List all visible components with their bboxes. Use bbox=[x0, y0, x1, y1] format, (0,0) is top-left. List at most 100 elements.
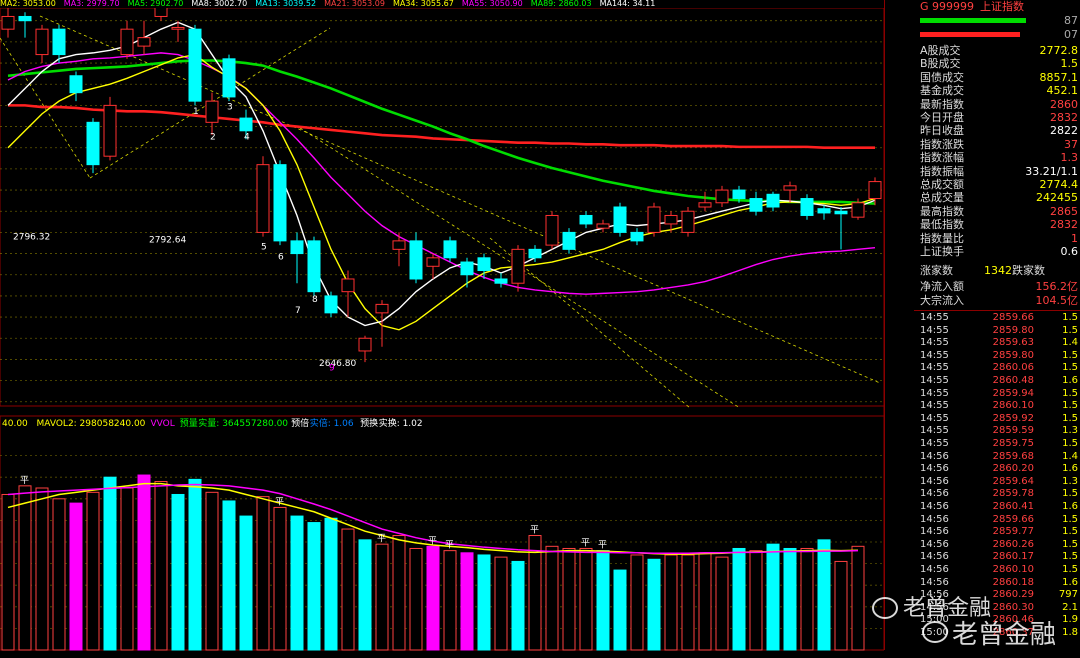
tick-row: 14:55 2859.75 1.5 bbox=[914, 438, 1080, 451]
volume-bar bbox=[375, 543, 389, 651]
volume-bar bbox=[460, 552, 474, 651]
volume-bar bbox=[188, 478, 202, 651]
stat-row-label: 最高指数 bbox=[920, 204, 964, 218]
header-indicator-3: MA8: 3002.70 bbox=[191, 0, 248, 8]
volume-bar bbox=[171, 493, 185, 651]
candle-body bbox=[443, 240, 457, 259]
up-count-value: 1342 bbox=[984, 264, 1012, 277]
candle-body bbox=[766, 193, 780, 208]
candle-body bbox=[222, 58, 236, 98]
volume-legend-item: 40.00 bbox=[2, 419, 28, 429]
candle-body bbox=[494, 278, 508, 284]
volume-marker: 平 bbox=[20, 475, 29, 486]
ma-line-ma21 bbox=[7, 52, 876, 295]
ma-line-ma3 bbox=[7, 21, 876, 327]
tick-volume: 1.5 bbox=[1062, 526, 1078, 538]
tick-time: 14:56 bbox=[920, 551, 949, 563]
tick-row: 14:56 2859.68 1.4 bbox=[914, 451, 1080, 464]
chart-canvas[interactable]: 3050302530002975295029252900287528502825… bbox=[0, 8, 884, 658]
volume-legend-item: 预换 bbox=[360, 417, 378, 429]
kline-chart-area[interactable]: MA2: 3053.00 MA3: 2979.70 MA5: 2902.70 MA8:… bbox=[0, 0, 884, 651]
tick-price: 2859.94 bbox=[992, 387, 1034, 399]
stat-row-value: 37 bbox=[1064, 137, 1078, 151]
volume-bar bbox=[800, 547, 814, 651]
stat-row-value: 8857.1 bbox=[1039, 70, 1079, 84]
wave-label: 8 bbox=[312, 295, 318, 305]
candle-body bbox=[205, 100, 219, 123]
tick-volume: 1.5 bbox=[1062, 312, 1078, 323]
index-name[interactable]: 上证指数 bbox=[980, 0, 1024, 14]
tick-volume: 1.5 bbox=[1062, 324, 1078, 336]
volume-marker: 平 bbox=[377, 533, 386, 544]
stat-row-label: 最低指数 bbox=[920, 218, 964, 232]
stat-row-value: 33.21/1.1 bbox=[1025, 164, 1078, 178]
tick-volume: 1.5 bbox=[1062, 564, 1078, 575]
ticks-divider bbox=[914, 310, 1080, 311]
volume-marker: 平 bbox=[530, 525, 539, 536]
volume-marker: 平 bbox=[445, 540, 454, 551]
tick-time: 14:55 bbox=[920, 324, 949, 336]
volume-bar bbox=[732, 547, 746, 651]
stat-row: 今日开盘 2832 bbox=[914, 111, 1080, 125]
volume-bar bbox=[613, 569, 627, 651]
flow-row-label: 净流入额 bbox=[920, 280, 964, 293]
tick-row: 14:55 2859.63 1.4 bbox=[914, 337, 1080, 350]
candle-body bbox=[69, 75, 83, 94]
tick-row: 14:55 2859.80 1.5 bbox=[914, 350, 1080, 363]
tick-row: 14:56 2860.26 1.5 bbox=[914, 539, 1080, 552]
candle-body bbox=[409, 240, 423, 280]
tick-row: 14:56 2860.41 1.6 bbox=[914, 501, 1080, 514]
candle-body bbox=[596, 223, 610, 229]
candle-body bbox=[579, 214, 593, 225]
stat-row-label: 最新指数 bbox=[920, 97, 964, 111]
tick-price: 2859.78 bbox=[992, 488, 1034, 500]
stat-row: 指数量比 1 bbox=[914, 232, 1080, 246]
volume-legend-item: 实换: 1.02 bbox=[379, 417, 423, 429]
tick-price: 2860.48 bbox=[992, 375, 1034, 386]
tick-volume: 1.5 bbox=[1062, 362, 1078, 374]
tick-volume: 1.3 bbox=[1062, 475, 1078, 487]
volume-bar bbox=[35, 487, 49, 651]
tick-time: 14:55 bbox=[920, 362, 949, 374]
tick-volume: 1.6 bbox=[1062, 375, 1078, 386]
tick-row: 14:55 2860.48 1.6 bbox=[914, 375, 1080, 388]
tick-row: 14:56 2859.66 1.5 bbox=[914, 514, 1080, 527]
stat-row-value: 1.3 bbox=[1060, 151, 1079, 165]
tick-time: 14:55 bbox=[920, 438, 949, 449]
stat-row-label: 上证换手 bbox=[920, 245, 964, 258]
tick-row: 14:56 2860.18 1.6 bbox=[914, 577, 1080, 590]
candle-body bbox=[647, 206, 661, 233]
stat-row-value: 2772.8 bbox=[1039, 44, 1079, 57]
volume-bar bbox=[766, 543, 780, 651]
volume-bar bbox=[324, 517, 338, 651]
volume-bar bbox=[120, 487, 134, 651]
stat-row-label: B股成交 bbox=[920, 57, 961, 71]
candle-body bbox=[1, 15, 15, 30]
volume-marker: 平 bbox=[581, 537, 590, 548]
volume-bar bbox=[103, 476, 117, 651]
header-indicator-9: MA144: 34.11 bbox=[599, 0, 656, 8]
candle-body bbox=[273, 164, 287, 242]
tick-time: 14:56 bbox=[920, 488, 949, 500]
candle-body bbox=[188, 28, 202, 102]
candle-body bbox=[239, 117, 253, 132]
tick-time: 14:55 bbox=[920, 387, 949, 399]
header-indicator-5: MA21: 3053.09 bbox=[324, 0, 385, 8]
tick-volume: 1.3 bbox=[1062, 425, 1078, 437]
stat-row-value: 1 bbox=[1071, 231, 1078, 245]
wave-label: 6 bbox=[278, 253, 284, 263]
volume-bar bbox=[392, 535, 406, 651]
indicator-header-strip: MA2: 3053.00 MA3: 2979.70 MA5: 2902.70 MA8:… bbox=[0, 0, 884, 8]
tick-price: 2860.30 bbox=[992, 601, 1034, 613]
stat-row-value: 2822 bbox=[1050, 124, 1078, 138]
tick-row: 14:55 2860.10 1.5 bbox=[914, 400, 1080, 413]
stat-row-label: 总成交量 bbox=[920, 191, 964, 205]
wave-label: 9 bbox=[329, 363, 335, 373]
volume-bar bbox=[715, 556, 729, 651]
volume-bar bbox=[256, 496, 270, 651]
weibo-icon bbox=[922, 621, 948, 643]
volume-legend-item: MAVOL2: 298058240.00 bbox=[37, 419, 146, 429]
volume-marker: 平 bbox=[275, 496, 284, 507]
flow-row: 大宗流入 104.5亿 bbox=[914, 294, 1080, 308]
volume-bar bbox=[783, 547, 797, 651]
